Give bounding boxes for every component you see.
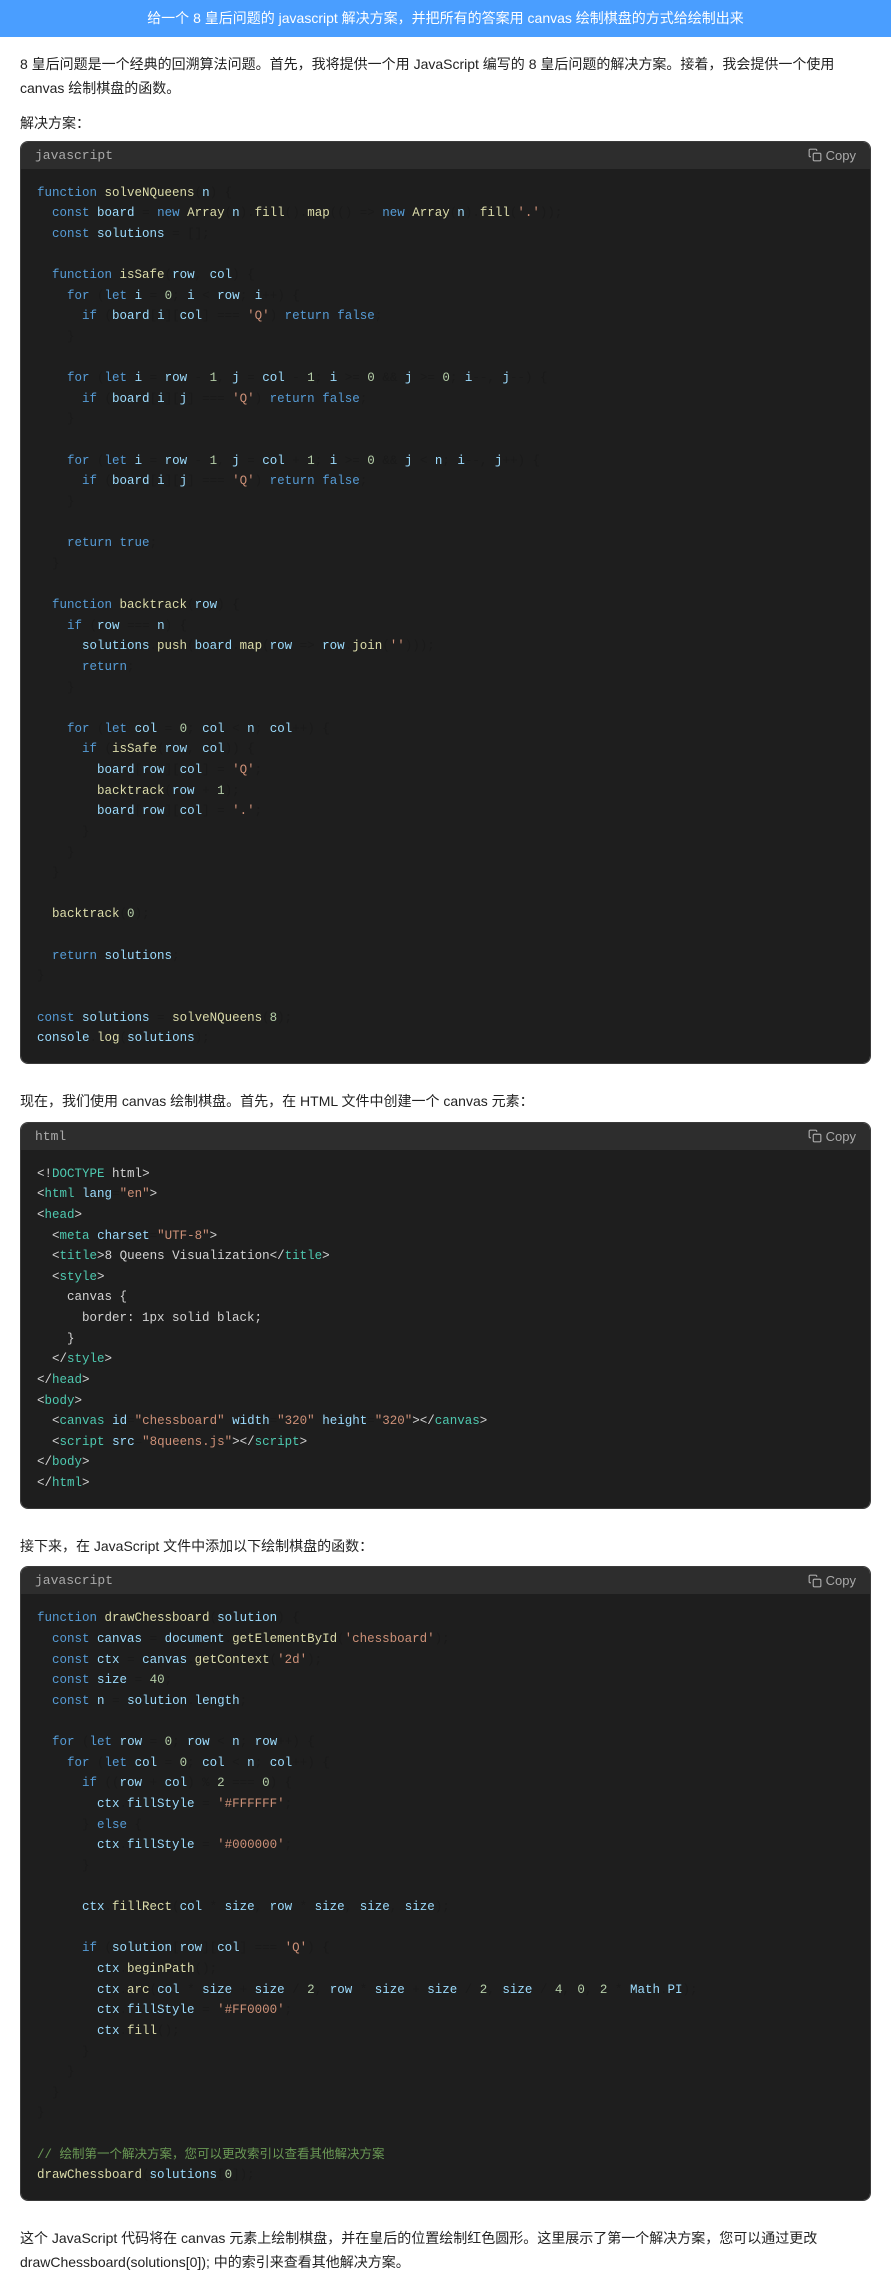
prompt-text: 给一个 8 皇后问题的 javascript 解决方案，并把所有的答案用 can… <box>147 10 744 26</box>
copy-button-3[interactable]: Copy <box>808 1573 856 1588</box>
code-block-2: html Copy <!DOCTYPE html> <html lang="en… <box>20 1122 871 1509</box>
inter-text-2: 接下来，在 JavaScript 文件中添加以下绘制棋盘的函数： <box>0 1525 891 1567</box>
code-body-3: function drawChessboard(solution) { cons… <box>21 1594 870 2200</box>
solution-label: 解决方案： <box>0 109 891 141</box>
code-body-1: function solveNQueens(n) { const board =… <box>21 169 870 1063</box>
copy-icon-2 <box>808 1129 822 1143</box>
copy-button-2[interactable]: Copy <box>808 1129 856 1144</box>
copy-button-1[interactable]: Copy <box>808 148 856 163</box>
prompt-bar: 给一个 8 皇后问题的 javascript 解决方案，并把所有的答案用 can… <box>0 0 891 37</box>
intro-text: 8 皇后问题是一个经典的回溯算法问题。首先，我将提供一个用 JavaScript… <box>0 37 891 109</box>
code-header-1: javascript Copy <box>21 142 870 169</box>
code-block-1: javascript Copy function solveNQueens(n)… <box>20 141 871 1064</box>
code-lang-2: html <box>35 1129 66 1144</box>
code-header-2: html Copy <box>21 1123 870 1150</box>
code-block-3: javascript Copy function drawChessboard(… <box>20 1566 871 2201</box>
inter-text-1: 现在，我们使用 canvas 绘制棋盘。首先，在 HTML 文件中创建一个 ca… <box>0 1080 891 1122</box>
footer-text: 这个 JavaScript 代码将在 canvas 元素上绘制棋盘，并在皇后的位… <box>0 2217 891 2295</box>
copy-icon-1 <box>808 148 822 162</box>
code-header-3: javascript Copy <box>21 1567 870 1594</box>
code-lang-3: javascript <box>35 1573 113 1588</box>
code-body-2: <!DOCTYPE html> <html lang="en"> <head> … <box>21 1150 870 1508</box>
code-lang-1: javascript <box>35 148 113 163</box>
copy-icon-3 <box>808 1574 822 1588</box>
